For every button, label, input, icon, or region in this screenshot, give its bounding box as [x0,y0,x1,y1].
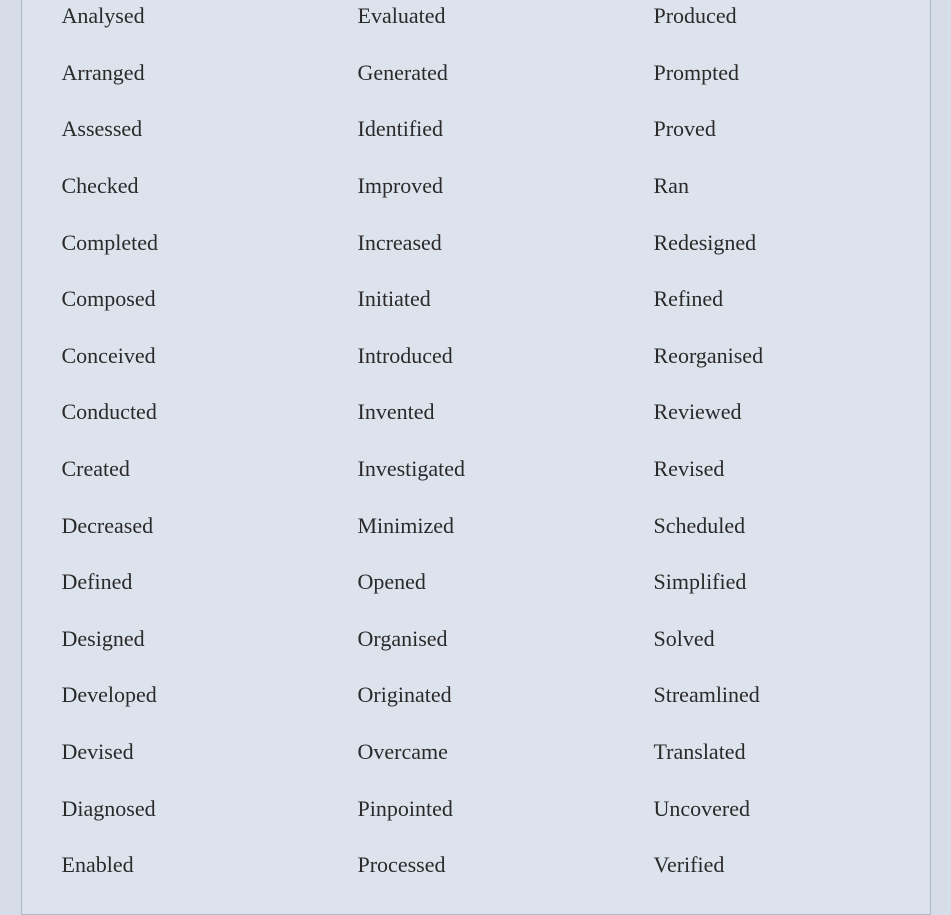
word-item: Identified [328,101,624,158]
word-item: Translated [624,724,920,781]
word-item: Invented [328,384,624,441]
word-item: Scheduled [624,498,920,555]
word-item: Decreased [32,498,328,555]
word-list-container: AnalysedEvaluatedProduced ArrangedGenerat… [21,0,931,915]
word-item: Pinpointed [328,781,624,838]
word-item: Processed [328,837,624,894]
word-item: Redesigned [624,215,920,272]
word-item: Increased [328,215,624,272]
word-item: Solved [624,611,920,668]
word-item: Minimized [328,498,624,555]
word-item: Analysed [32,0,328,45]
word-item: Investigated [328,441,624,498]
word-item: Defined [32,554,328,611]
word-item: Opened [328,554,624,611]
word-item: Checked [32,158,328,215]
word-item: Evaluated [328,0,624,45]
word-item: Refined [624,271,920,328]
word-item: Generated [328,45,624,102]
word-item: Prompted [624,45,920,102]
word-item: Revised [624,441,920,498]
word-item: Assessed [32,101,328,158]
word-item: Introduced [328,328,624,385]
word-item: Devised [32,724,328,781]
word-item: Organised [328,611,624,668]
word-item: Enabled [32,837,328,894]
word-item: Initiated [328,271,624,328]
word-item: Proved [624,101,920,158]
word-item: Composed [32,271,328,328]
word-item: Simplified [624,554,920,611]
word-item: Arranged [32,45,328,102]
word-item: Designed [32,611,328,668]
word-item: Developed [32,667,328,724]
word-grid: AnalysedEvaluatedProduced ArrangedGenerat… [32,0,920,894]
word-item: Originated [328,667,624,724]
word-item: Conducted [32,384,328,441]
word-item: Improved [328,158,624,215]
word-item: Reorganised [624,328,920,385]
word-item: Verified [624,837,920,894]
word-item: Conceived [32,328,328,385]
word-item: Overcame [328,724,624,781]
word-item: Ran [624,158,920,215]
word-item: Diagnosed [32,781,328,838]
word-item: Uncovered [624,781,920,838]
word-item: Completed [32,215,328,272]
word-item: Streamlined [624,667,920,724]
word-item: Produced [624,0,920,45]
word-item: Reviewed [624,384,920,441]
word-item: Created [32,441,328,498]
